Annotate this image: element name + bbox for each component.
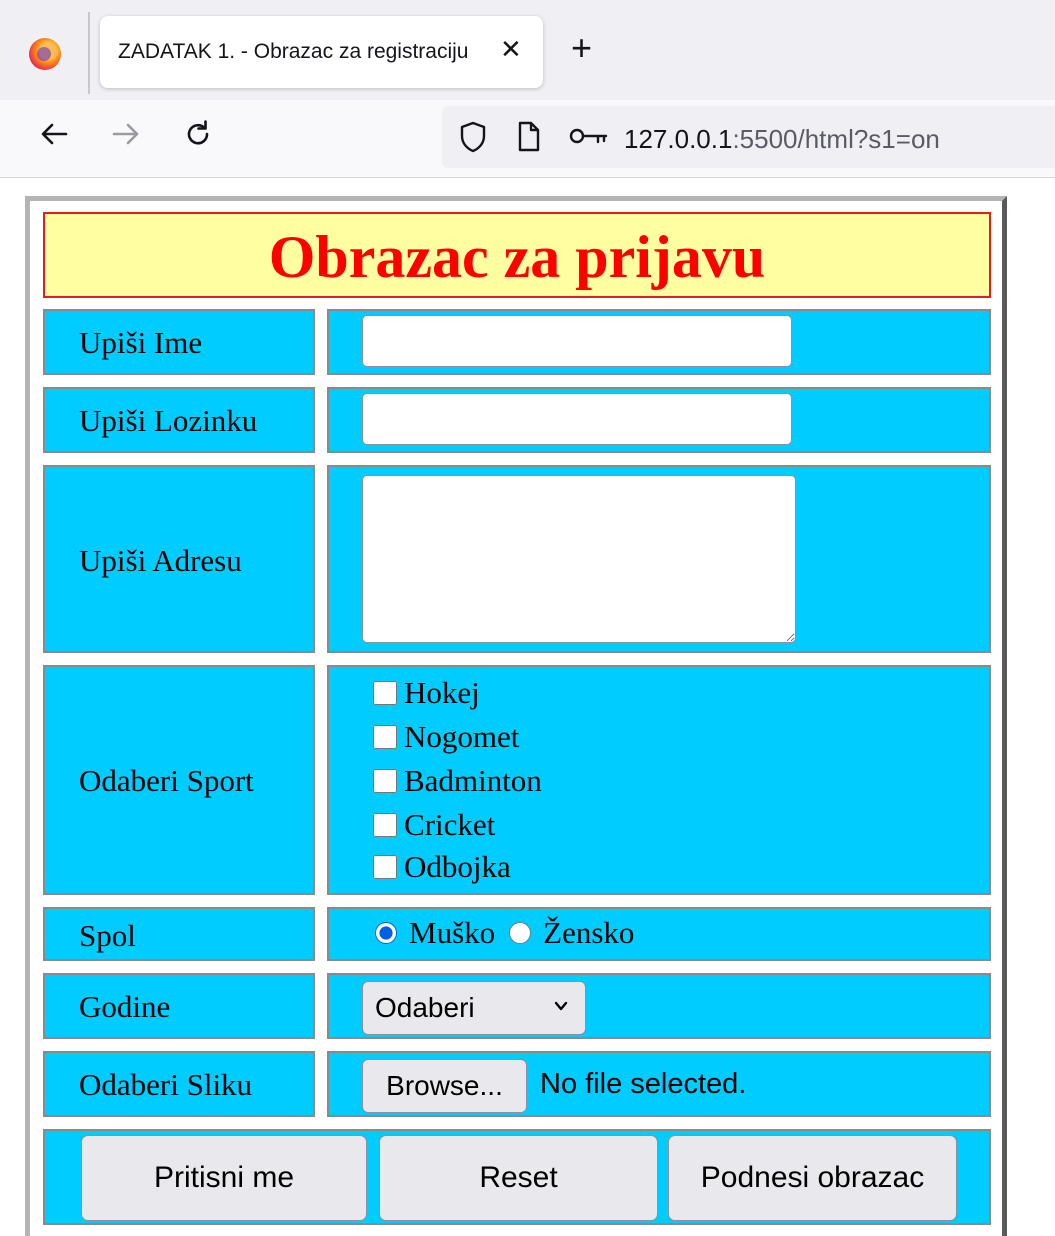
badminton-label: Badminton bbox=[404, 763, 542, 798]
nogomet-label: Nogomet bbox=[404, 719, 520, 754]
name-label: Upiši Ime bbox=[79, 325, 203, 360]
password-input-cell bbox=[327, 387, 991, 453]
buttons-row: Pritisni me Reset Podnesi obrazac bbox=[43, 1129, 991, 1225]
age-selected-value: Odaberi bbox=[375, 992, 475, 1023]
close-tab-icon[interactable]: ✕ bbox=[500, 34, 522, 65]
back-arrow-icon[interactable] bbox=[38, 118, 70, 150]
name-label-cell: Upiši Ime bbox=[43, 309, 315, 375]
age-select[interactable]: Odaberi bbox=[362, 981, 586, 1035]
address-input-cell bbox=[327, 465, 991, 653]
name-input[interactable] bbox=[362, 315, 792, 367]
age-select-cell: Odaberi bbox=[327, 973, 991, 1039]
submit-button[interactable]: Podnesi obrazac bbox=[668, 1135, 957, 1221]
firefox-logo-icon[interactable] bbox=[29, 38, 61, 70]
nogomet-checkbox[interactable] bbox=[373, 725, 397, 749]
hokej-checkbox[interactable] bbox=[373, 681, 397, 705]
key-icon[interactable] bbox=[568, 126, 612, 148]
sport-option-cricket[interactable]: Cricket bbox=[373, 807, 495, 843]
address-bar[interactable]: 127.0.0.1:5500/html?s1=on bbox=[442, 106, 1055, 168]
badminton-checkbox[interactable] bbox=[373, 769, 397, 793]
shield-icon[interactable] bbox=[458, 120, 488, 154]
sport-label-cell: Odaberi Sport bbox=[43, 665, 315, 895]
browse-button[interactable]: Browse... bbox=[362, 1059, 527, 1113]
image-input-cell: Browse... No file selected. bbox=[327, 1051, 991, 1117]
gender-label: Spol bbox=[79, 918, 136, 953]
gender-label-cell: Spol bbox=[43, 907, 315, 961]
sport-option-nogomet[interactable]: Nogomet bbox=[373, 719, 519, 755]
url-path: :5500/html?s1=on bbox=[732, 124, 940, 154]
tab-title: ZADATAK 1. - Obrazac za registraciju bbox=[118, 40, 469, 63]
cricket-label: Cricket bbox=[404, 807, 496, 842]
zensko-label: Žensko bbox=[543, 915, 635, 950]
sport-option-odbojka[interactable]: Odbojka bbox=[373, 849, 511, 885]
image-label-cell: Odaberi Sliku bbox=[43, 1051, 315, 1117]
address-label: Upiši Adresu bbox=[79, 543, 242, 578]
name-input-cell bbox=[327, 309, 991, 375]
reload-icon[interactable] bbox=[182, 118, 214, 150]
browser-tab-bar: ZADATAK 1. - Obrazac za registraciju ✕ + bbox=[0, 0, 1055, 100]
address-textarea[interactable] bbox=[362, 475, 796, 643]
hokej-label: Hokej bbox=[404, 675, 480, 710]
press-me-button[interactable]: Pritisni me bbox=[81, 1135, 367, 1221]
zensko-radio[interactable] bbox=[509, 922, 532, 944]
forward-arrow-icon[interactable] bbox=[110, 118, 142, 150]
odbojka-label: Odbojka bbox=[404, 849, 511, 884]
new-tab-button[interactable]: + bbox=[571, 30, 592, 66]
url-host: 127.0.0.1 bbox=[624, 124, 733, 154]
form-table: Obrazac za prijavu Upiši Ime Upiši Lozin… bbox=[25, 196, 1007, 1236]
no-file-text: No file selected. bbox=[540, 1068, 747, 1100]
url-text[interactable]: 127.0.0.1:5500/html?s1=on bbox=[624, 124, 940, 155]
gender-options-cell: Muško Žensko bbox=[327, 907, 991, 961]
password-label-cell: Upiši Lozinku bbox=[43, 387, 315, 453]
musko-label: Muško bbox=[409, 915, 496, 950]
image-label: Odaberi Sliku bbox=[79, 1067, 253, 1102]
address-label-cell: Upiši Adresu bbox=[43, 465, 315, 653]
sport-option-badminton[interactable]: Badminton bbox=[373, 763, 542, 799]
gender-radio-group: Muško Žensko bbox=[375, 915, 648, 951]
form-heading: Obrazac za prijavu bbox=[43, 212, 991, 298]
page-icon[interactable] bbox=[516, 120, 542, 154]
reset-button[interactable]: Reset bbox=[379, 1135, 658, 1221]
sport-options-cell: Hokej Nogomet Badminton Cricket Odbojka bbox=[327, 665, 991, 895]
odbojka-checkbox[interactable] bbox=[373, 855, 397, 879]
password-label: Upiši Lozinku bbox=[79, 403, 258, 438]
active-tab[interactable]: ZADATAK 1. - Obrazac za registraciju ✕ bbox=[100, 16, 543, 88]
chevron-down-icon bbox=[554, 1001, 568, 1011]
password-input[interactable] bbox=[362, 393, 792, 445]
cricket-checkbox[interactable] bbox=[373, 813, 397, 837]
sport-option-hokej[interactable]: Hokej bbox=[373, 675, 480, 711]
age-label-cell: Godine bbox=[43, 973, 315, 1039]
age-label: Godine bbox=[79, 989, 171, 1024]
tab-separator bbox=[88, 12, 90, 94]
musko-radio[interactable] bbox=[375, 922, 397, 944]
navigation-toolbar: 127.0.0.1:5500/html?s1=on bbox=[0, 100, 1055, 178]
sport-label: Odaberi Sport bbox=[79, 763, 254, 798]
